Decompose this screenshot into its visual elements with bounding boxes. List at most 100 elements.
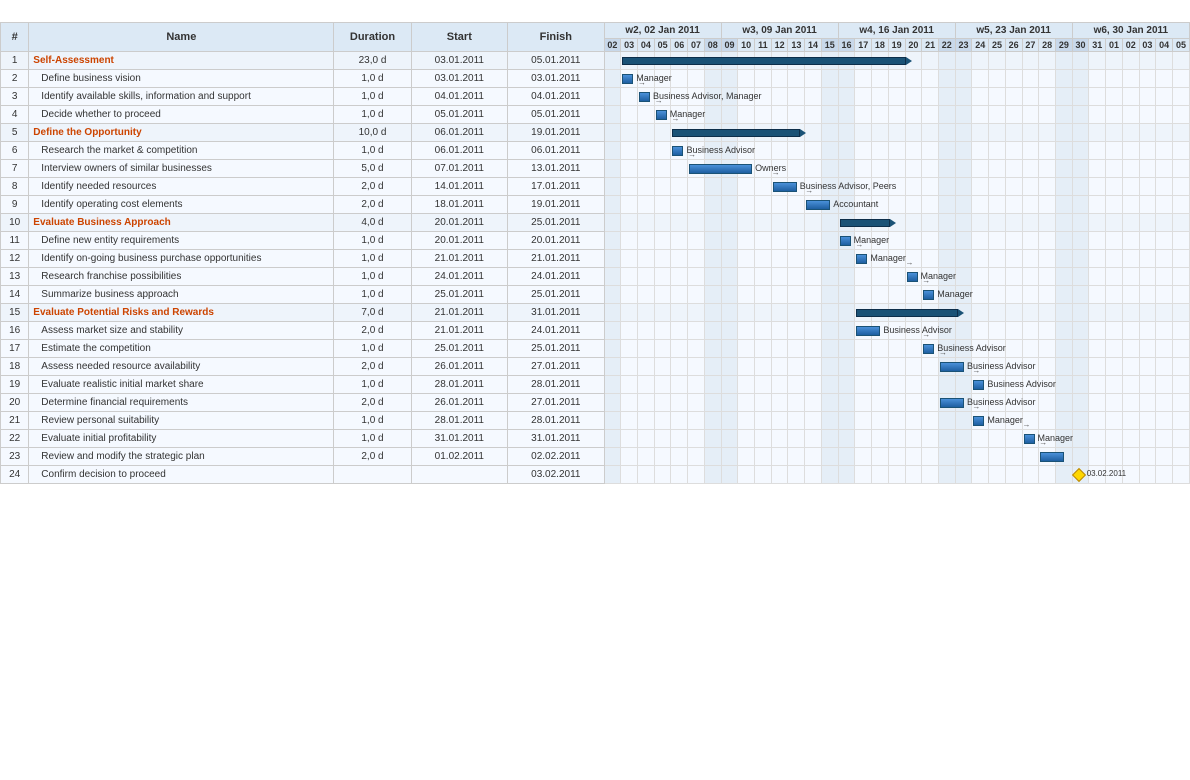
chart-cell-18-2 bbox=[638, 376, 655, 394]
row-num: 16 bbox=[1, 322, 29, 340]
chart-cell-10-32 bbox=[1139, 232, 1156, 250]
row-name: Assess needed resource availability bbox=[29, 358, 334, 376]
chart-cell-3-22 bbox=[972, 106, 989, 124]
table-row: 9Identify operating cost elements2,0 d18… bbox=[1, 196, 1190, 214]
chart-cell-10-30 bbox=[1106, 232, 1123, 250]
chart-cell-12-29 bbox=[1089, 268, 1106, 286]
chart-cell-3-2 bbox=[638, 106, 655, 124]
chart-cell-9-27 bbox=[1055, 214, 1072, 232]
chart-cell-1-11 bbox=[788, 70, 805, 88]
row-duration: 1,0 d bbox=[334, 430, 411, 448]
chart-cell-21-1 bbox=[621, 430, 638, 448]
chart-cell-21-34 bbox=[1173, 430, 1190, 448]
chart-cell-19-20: Business Advisor bbox=[938, 394, 955, 412]
chart-cell-3-13 bbox=[821, 106, 838, 124]
chart-cell-16-9 bbox=[755, 340, 772, 358]
chart-cell-18-8 bbox=[738, 376, 755, 394]
chart-cell-6-22 bbox=[972, 160, 989, 178]
day-header-12: 14 bbox=[805, 39, 822, 52]
chart-cell-19-3 bbox=[654, 394, 671, 412]
row-duration: 1,0 d bbox=[334, 70, 411, 88]
chart-cell-23-6 bbox=[704, 466, 721, 484]
row-finish: 13.01.2011 bbox=[508, 160, 604, 178]
chart-cell-3-29 bbox=[1089, 106, 1106, 124]
chart-cell-5-21 bbox=[955, 142, 972, 160]
row-finish: 31.01.2011 bbox=[508, 430, 604, 448]
chart-cell-14-24 bbox=[1005, 304, 1022, 322]
chart-cell-17-29 bbox=[1089, 358, 1106, 376]
chart-cell-23-10 bbox=[771, 466, 788, 484]
chart-cell-1-1: Manager bbox=[621, 70, 638, 88]
chart-cell-7-27 bbox=[1055, 178, 1072, 196]
chart-cell-23-17 bbox=[888, 466, 905, 484]
chart-cell-0-19 bbox=[922, 52, 939, 70]
row-num: 14 bbox=[1, 286, 29, 304]
row-name: Determine financial requirements bbox=[29, 394, 334, 412]
chart-cell-4-12 bbox=[805, 124, 822, 142]
chart-cell-14-33 bbox=[1156, 304, 1173, 322]
chart-cell-11-12 bbox=[805, 250, 822, 268]
chart-cell-22-33 bbox=[1156, 448, 1173, 466]
chart-cell-10-27 bbox=[1055, 232, 1072, 250]
day-header-13: 15 bbox=[821, 39, 838, 52]
chart-cell-11-0 bbox=[604, 250, 621, 268]
chart-cell-7-7 bbox=[721, 178, 738, 196]
week-header-1: w3, 09 Jan 2011 bbox=[721, 23, 838, 39]
group-bar-arrow bbox=[906, 57, 912, 65]
row-num: 8 bbox=[1, 178, 29, 196]
chart-cell-3-12 bbox=[805, 106, 822, 124]
chart-cell-10-20 bbox=[938, 232, 955, 250]
chart-cell-2-30 bbox=[1106, 88, 1123, 106]
chart-cell-21-19 bbox=[922, 430, 939, 448]
resource-label: Business Advisor, Peers bbox=[800, 181, 897, 191]
chart-cell-7-18 bbox=[905, 178, 922, 196]
chart-cell-18-0 bbox=[604, 376, 621, 394]
col-header-finish: Finish bbox=[508, 23, 604, 52]
chart-cell-22-17 bbox=[888, 448, 905, 466]
chart-cell-10-0 bbox=[604, 232, 621, 250]
chart-cell-4-19 bbox=[922, 124, 939, 142]
chart-cell-3-24 bbox=[1005, 106, 1022, 124]
chart-cell-14-15 bbox=[855, 304, 872, 322]
chart-cell-15-29 bbox=[1089, 322, 1106, 340]
chart-cell-11-25 bbox=[1022, 250, 1039, 268]
chart-cell-12-34 bbox=[1173, 268, 1190, 286]
row-duration: 23,0 d bbox=[334, 52, 411, 70]
chart-cell-22-6 bbox=[704, 448, 721, 466]
chart-cell-14-27 bbox=[1055, 304, 1072, 322]
chart-cell-15-7 bbox=[721, 322, 738, 340]
chart-cell-10-19 bbox=[922, 232, 939, 250]
chart-cell-7-10: Business Advisor, Peers bbox=[771, 178, 788, 196]
chart-cell-23-11 bbox=[788, 466, 805, 484]
chart-cell-6-33 bbox=[1156, 160, 1173, 178]
chart-cell-18-1 bbox=[621, 376, 638, 394]
chart-cell-4-22 bbox=[972, 124, 989, 142]
chart-cell-3-11 bbox=[788, 106, 805, 124]
chart-cell-20-31 bbox=[1122, 412, 1139, 430]
chart-cell-21-8 bbox=[738, 430, 755, 448]
row-name: Identify on-going business purchase oppo… bbox=[29, 250, 334, 268]
chart-cell-0-32 bbox=[1139, 52, 1156, 70]
resource-label: Business Advisor, Manager bbox=[653, 91, 762, 101]
chart-cell-13-10 bbox=[771, 286, 788, 304]
chart-cell-12-5 bbox=[688, 268, 705, 286]
col-header-name: Name bbox=[29, 23, 334, 52]
row-duration: 10,0 d bbox=[334, 124, 411, 142]
chart-cell-1-9 bbox=[755, 70, 772, 88]
chart-cell-5-33 bbox=[1156, 142, 1173, 160]
chart-cell-9-23 bbox=[989, 214, 1006, 232]
chart-cell-23-28: 03.02.2011 bbox=[1072, 466, 1089, 484]
chart-cell-21-15 bbox=[855, 430, 872, 448]
chart-cell-12-16 bbox=[872, 268, 889, 286]
chart-cell-13-22 bbox=[972, 286, 989, 304]
row-finish: 24.01.2011 bbox=[508, 268, 604, 286]
row-duration: 7,0 d bbox=[334, 304, 411, 322]
chart-cell-20-20 bbox=[938, 412, 955, 430]
chart-cell-12-13 bbox=[821, 268, 838, 286]
chart-cell-8-21 bbox=[955, 196, 972, 214]
chart-cell-19-28 bbox=[1072, 394, 1089, 412]
row-num: 22 bbox=[1, 430, 29, 448]
gantt-bar bbox=[689, 164, 752, 174]
chart-cell-11-3 bbox=[654, 250, 671, 268]
chart-cell-21-13 bbox=[821, 430, 838, 448]
